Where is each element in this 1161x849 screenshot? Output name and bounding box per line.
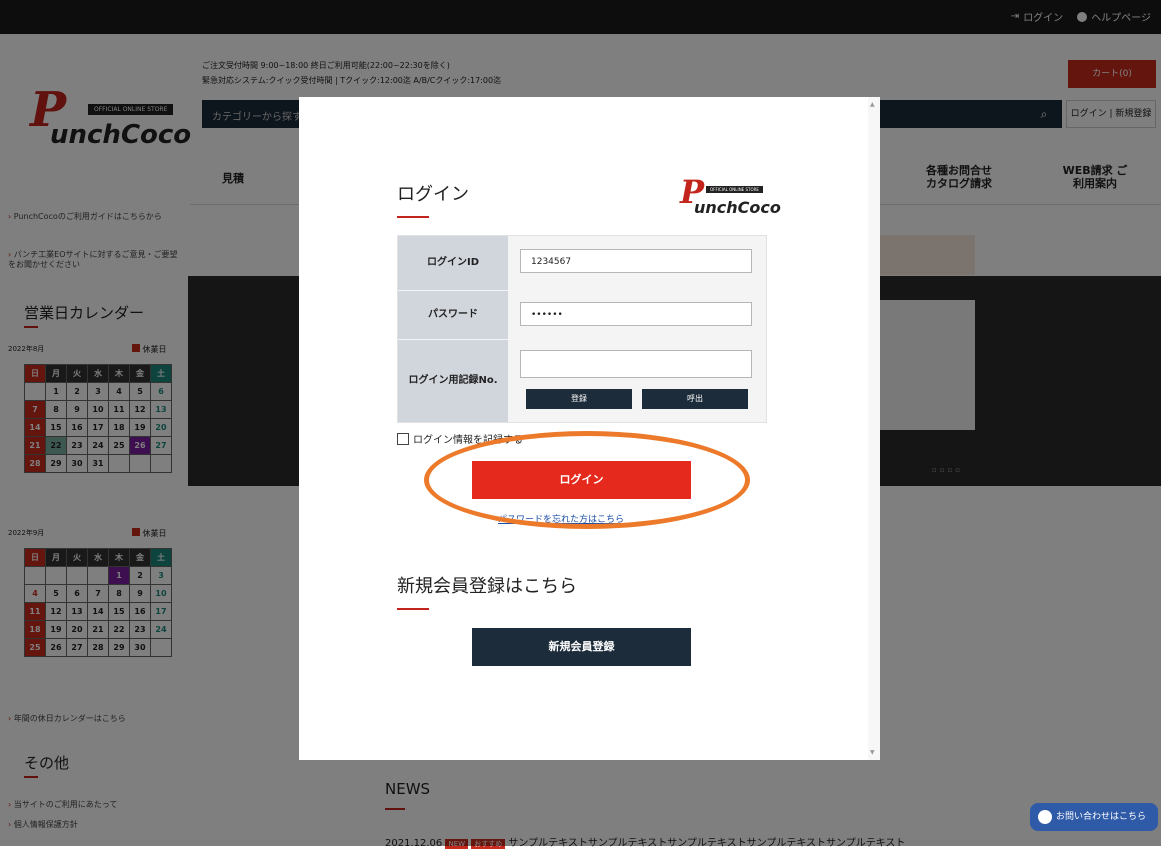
modal-title: ログイン bbox=[397, 184, 469, 205]
login-form: ログインID 1234567 パスワード •••••• ログイン用記録No. 登… bbox=[397, 235, 767, 423]
chat-label: お問い合わせはこちら bbox=[1056, 812, 1147, 822]
recall-record-button[interactable]: 呼出 bbox=[642, 389, 748, 409]
chat-button[interactable]: お問い合わせはこちら bbox=[1030, 803, 1158, 831]
logo-tag: OFFICIAL ONLINE STORE bbox=[706, 186, 763, 193]
modal-logo: P OFFICIAL ONLINE STORE unchCoco bbox=[680, 176, 781, 217]
title-underline bbox=[397, 608, 429, 610]
login-id-field[interactable]: 1234567 bbox=[520, 249, 752, 273]
logo-text: unchCoco bbox=[694, 198, 781, 217]
highlight-ellipse bbox=[424, 431, 750, 529]
title-underline bbox=[397, 216, 429, 218]
chat-bubble-icon bbox=[1038, 810, 1052, 824]
new-member-register-button[interactable]: 新規会員登録 bbox=[472, 628, 691, 666]
login-id-label: ログインID bbox=[398, 236, 508, 290]
checkbox-icon[interactable] bbox=[397, 432, 409, 445]
modal-scrollbar[interactable]: ▲ ▼ bbox=[868, 97, 880, 760]
password-label: パスワード bbox=[398, 291, 508, 339]
register-title: 新規会員登録はこちら bbox=[397, 576, 577, 597]
record-no-label: ログイン用記録No. bbox=[398, 340, 508, 422]
register-record-button[interactable]: 登録 bbox=[526, 389, 632, 409]
record-no-field[interactable] bbox=[520, 350, 752, 378]
password-field[interactable]: •••••• bbox=[520, 302, 752, 326]
scroll-up-icon[interactable]: ▲ bbox=[870, 101, 875, 108]
scroll-down-icon[interactable]: ▼ bbox=[870, 749, 875, 756]
